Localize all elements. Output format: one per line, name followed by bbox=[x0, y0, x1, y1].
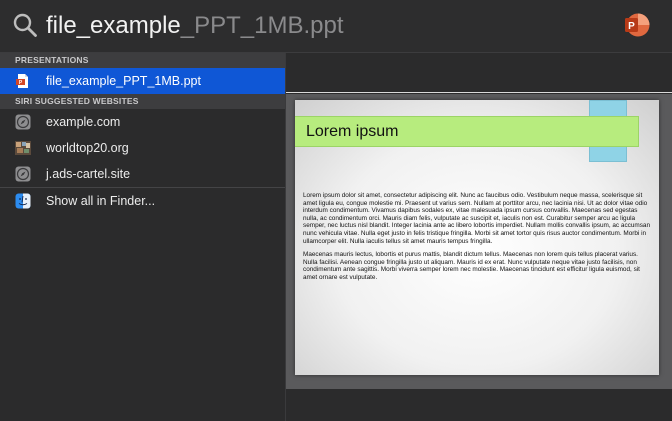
result-website-example[interactable]: example.com bbox=[0, 109, 285, 135]
slide-preview: Lorem ipsum Lorem ipsum dolor sit amet, … bbox=[295, 100, 659, 375]
search-autocomplete-text: _PPT_1MB.ppt bbox=[180, 12, 344, 39]
result-presentation-label: file_example_PPT_1MB.ppt bbox=[46, 74, 201, 88]
result-website-worldtop20[interactable]: worldtop20.org bbox=[0, 135, 285, 161]
preview-separator bbox=[286, 92, 672, 93]
slide-paragraph: Lorem ipsum dolor sit amet, consectetur … bbox=[303, 192, 651, 245]
search-icon bbox=[13, 13, 37, 37]
section-header-siri-websites: SIRI SUGGESTED WEBSITES bbox=[0, 94, 285, 109]
result-website-label: worldtop20.org bbox=[46, 141, 129, 155]
slide-paragraph: Maecenas mauris lectus, lobortis et puru… bbox=[303, 251, 640, 281]
ppt-file-icon: P bbox=[16, 74, 28, 88]
show-all-in-finder-label: Show all in Finder... bbox=[46, 194, 156, 208]
section-header-presentations: PRESENTATIONS bbox=[0, 53, 285, 68]
slide-title: Lorem ipsum bbox=[306, 123, 399, 140]
result-website-label: j.ads-cartel.site bbox=[46, 167, 131, 181]
safari-compass-icon bbox=[15, 166, 31, 182]
powerpoint-icon: P bbox=[625, 13, 650, 37]
safari-compass-icon bbox=[15, 114, 31, 130]
result-website-ads-cartel[interactable]: j.ads-cartel.site bbox=[0, 161, 285, 187]
preview-top-band bbox=[286, 53, 672, 93]
slide-preview-frame: Lorem ipsum Lorem ipsum dolor sit amet, … bbox=[286, 94, 672, 389]
result-website-label: example.com bbox=[46, 115, 121, 129]
spotlight-search-bar[interactable]: file_example_PPT_1MB.ppt P bbox=[0, 0, 672, 53]
results-list: PRESENTATIONS P file_example_PPT_1MB.ppt… bbox=[0, 53, 286, 421]
finder-icon bbox=[15, 193, 31, 209]
preview-bottom-band bbox=[286, 389, 672, 421]
svg-text:P: P bbox=[628, 21, 635, 32]
preview-pane: Lorem ipsum Lorem ipsum dolor sit amet, … bbox=[286, 53, 672, 421]
show-all-in-finder[interactable]: Show all in Finder... bbox=[0, 188, 285, 214]
website-thumbnail-icon bbox=[15, 141, 31, 155]
slide-body-text: Lorem ipsum dolor sit amet, consectetur … bbox=[303, 192, 653, 288]
result-presentation[interactable]: P file_example_PPT_1MB.ppt bbox=[0, 68, 285, 94]
search-typed-text: file_example bbox=[46, 12, 181, 39]
slide-title-bar: Lorem ipsum bbox=[295, 116, 639, 147]
search-input[interactable]: file_example_PPT_1MB.ppt bbox=[46, 9, 344, 43]
